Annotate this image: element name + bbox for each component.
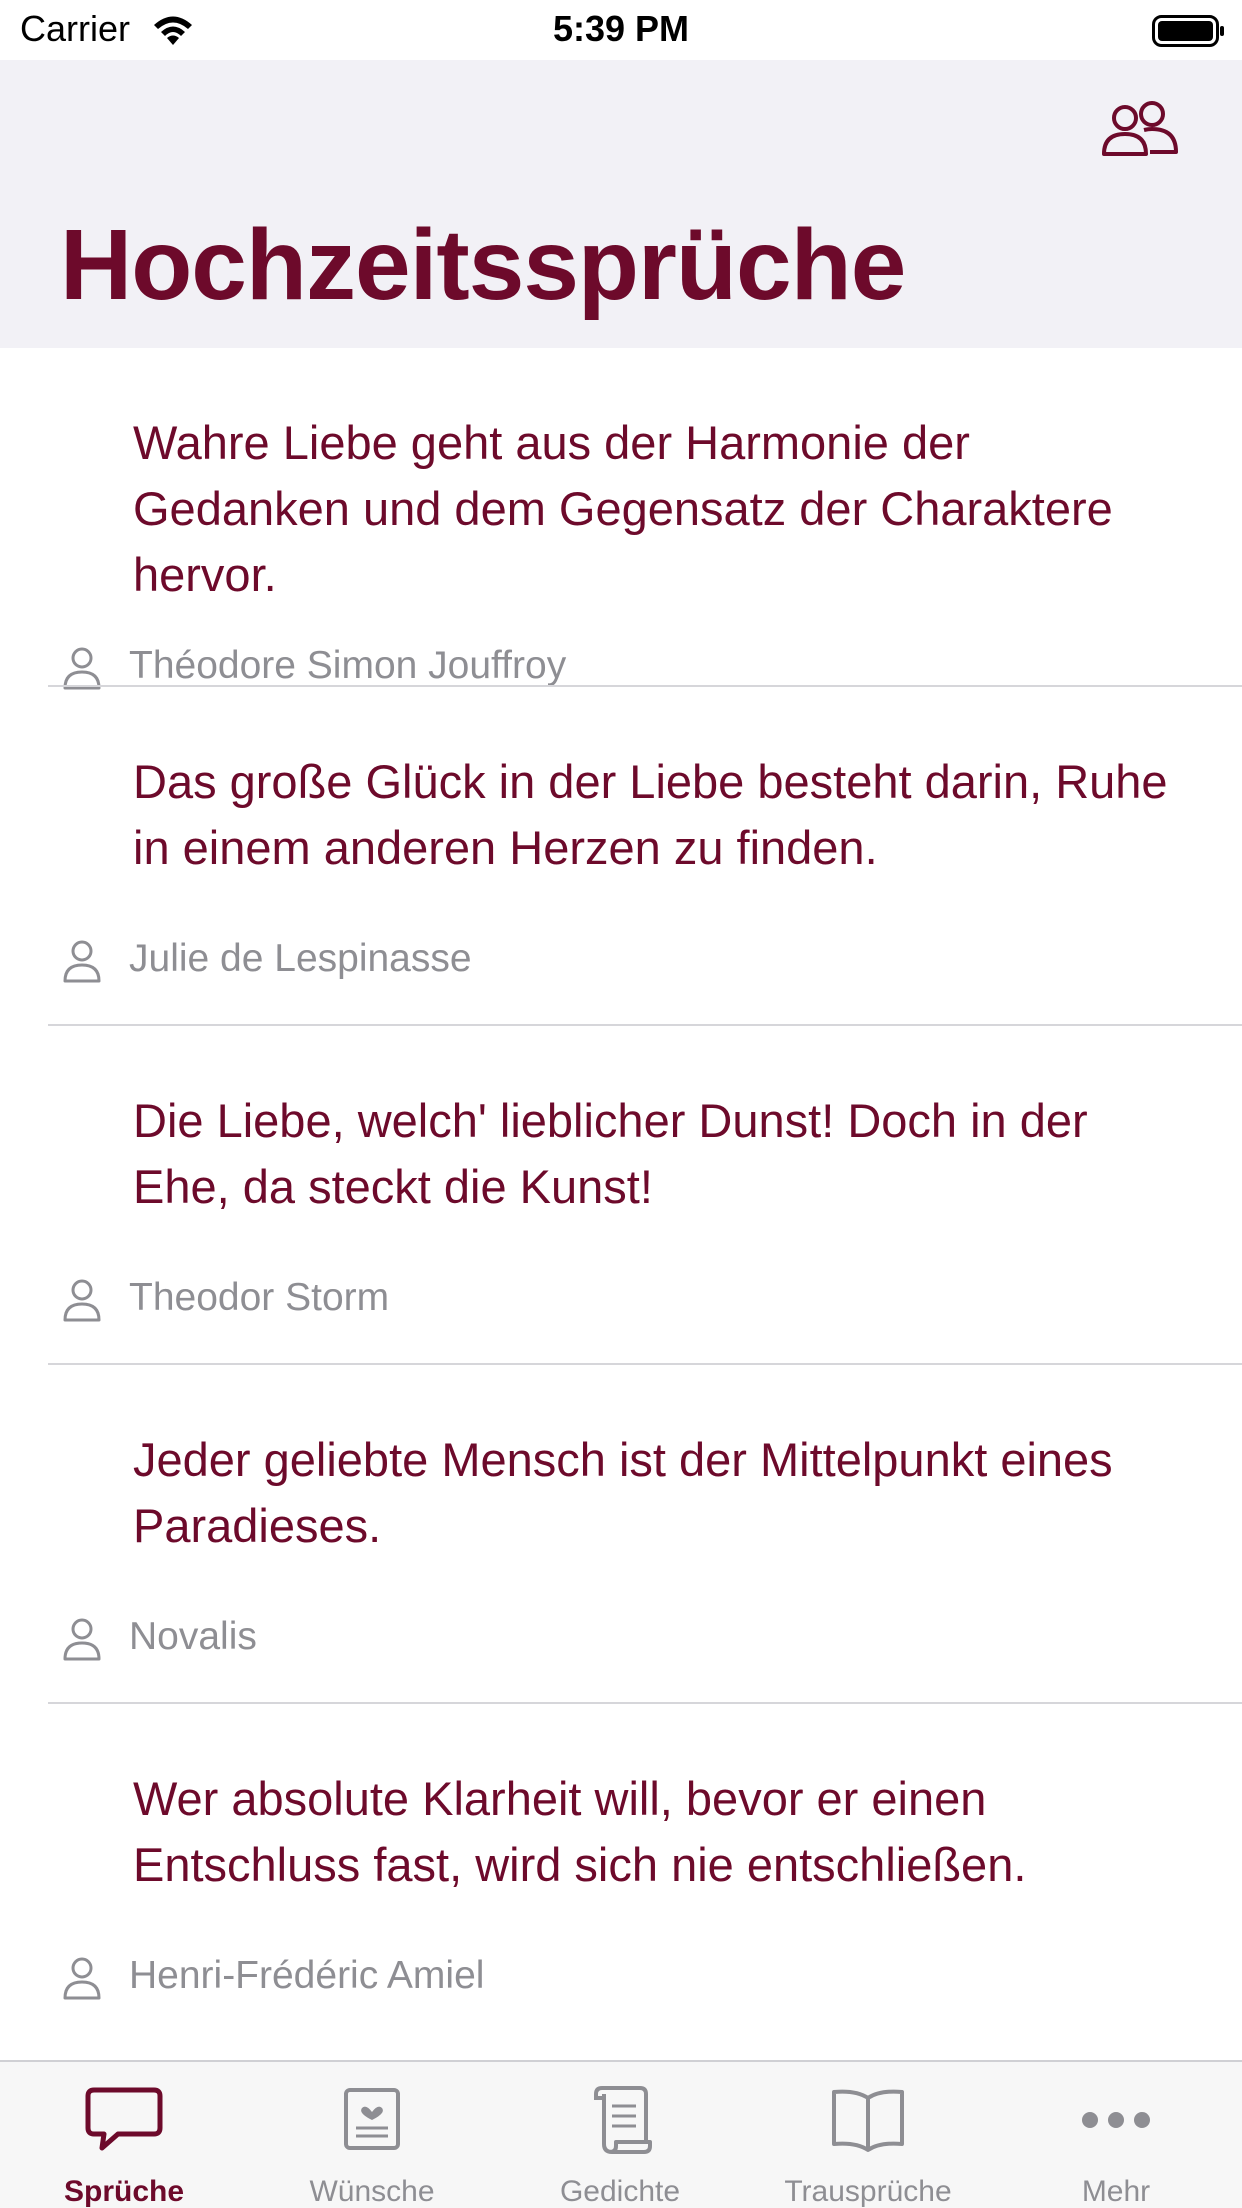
person-icon bbox=[63, 1618, 101, 1661]
quote-text: Wer absolute Klarheit will, bevor er ein… bbox=[133, 1772, 1027, 1891]
quote-text: Das große Glück in der Liebe besteht dar… bbox=[133, 755, 1168, 874]
quote-text: Die Liebe, welch' lieblicher Dunst! Doch… bbox=[133, 1094, 1088, 1213]
tab-wuensche[interactable]: Wünsche bbox=[248, 2062, 496, 2208]
nav-header: Hochzeitssprüche bbox=[0, 60, 1242, 348]
quote-item[interactable]: Wer absolute Klarheit will, bevor er ein… bbox=[0, 1704, 1242, 2043]
speech-bubble-icon bbox=[85, 2087, 163, 2151]
scroll-icon bbox=[594, 2086, 652, 2154]
tab-label: Trausprüche bbox=[784, 2175, 952, 2208]
tab-trausprueche[interactable]: Trausprüche bbox=[744, 2062, 992, 2208]
status-time: 5:39 PM bbox=[552, 8, 690, 49]
tab-label: Gedichte bbox=[559, 2175, 681, 2208]
battery-icon bbox=[1152, 15, 1224, 47]
tab-label: Mehr bbox=[1081, 2175, 1151, 2208]
person-icon bbox=[63, 647, 101, 690]
author-name: Novalis bbox=[129, 1615, 257, 1658]
tab-label: Wünsche bbox=[309, 2175, 435, 2208]
quote-text: Wahre Liebe geht aus der Harmonie der Ge… bbox=[133, 416, 1113, 601]
person-icon bbox=[63, 940, 101, 983]
page-title: Hochzeitssprüche bbox=[60, 209, 906, 321]
card-icon bbox=[344, 2088, 400, 2150]
tab-bar: Sprüche Wünsche Gedichte Trausprüche Meh… bbox=[0, 2060, 1242, 2208]
quote-item[interactable]: Jeder geliebte Mensch ist der Mittelpunk… bbox=[0, 1365, 1242, 1704]
author-name: Julie de Lespinasse bbox=[129, 937, 472, 980]
author-name: Henri-Frédéric Amiel bbox=[129, 1954, 485, 1997]
tab-sprueche[interactable]: Sprüche bbox=[0, 2062, 248, 2208]
status-bar: Carrier 5:39 PM bbox=[0, 0, 1242, 60]
person-icon bbox=[63, 1957, 101, 2000]
person-icon bbox=[63, 1279, 101, 1322]
author-name: Théodore Simon Jouffroy bbox=[129, 644, 567, 687]
book-icon bbox=[832, 2089, 904, 2152]
quote-item[interactable]: Die Liebe, welch' lieblicher Dunst! Doch… bbox=[0, 1026, 1242, 1365]
tab-label: Sprüche bbox=[63, 2175, 185, 2208]
quote-list[interactable]: Wahre Liebe geht aus der Harmonie der Ge… bbox=[0, 348, 1242, 2060]
people-icon[interactable] bbox=[1100, 98, 1180, 162]
author-name: Theodor Storm bbox=[129, 1276, 390, 1319]
quote-item[interactable]: Wahre Liebe geht aus der Harmonie der Ge… bbox=[0, 348, 1242, 690]
tab-gedichte[interactable]: Gedichte bbox=[496, 2062, 744, 2208]
tab-mehr[interactable]: Mehr bbox=[992, 2062, 1240, 2208]
more-icon bbox=[1082, 2112, 1150, 2128]
quote-text: Jeder geliebte Mensch ist der Mittelpunk… bbox=[133, 1433, 1113, 1552]
quote-item[interactable]: Das große Glück in der Liebe besteht dar… bbox=[0, 687, 1242, 1026]
